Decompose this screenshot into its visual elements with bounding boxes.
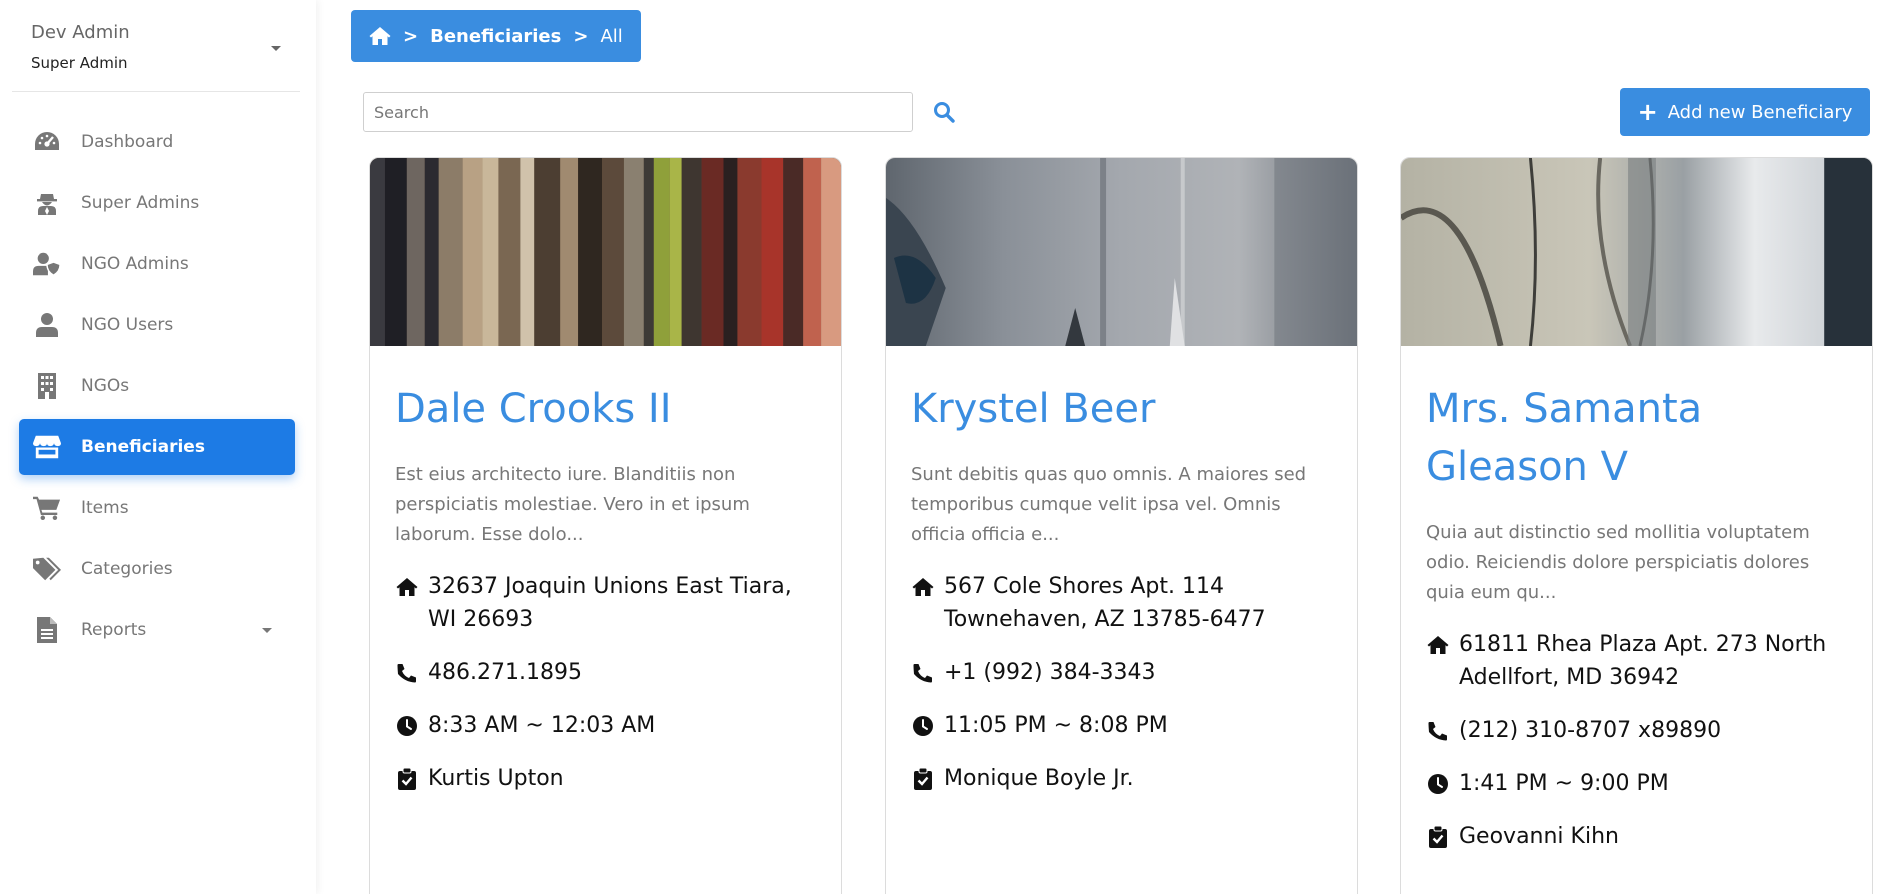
home-icon[interactable]	[369, 26, 391, 46]
home-icon	[1426, 628, 1450, 661]
caret-down-icon	[271, 46, 281, 51]
sidebar-item-label: NGO Users	[81, 315, 174, 335]
plus-icon: +	[1637, 98, 1658, 126]
contact-row: Geovanni Kihn	[1426, 820, 1847, 853]
user-secret-icon	[33, 189, 61, 217]
contact-row: Kurtis Upton	[395, 762, 816, 795]
breadcrumb-separator: >	[403, 25, 419, 47]
search-button[interactable]	[930, 98, 958, 126]
sidebar-item-label: NGOs	[81, 376, 130, 396]
beneficiary-name[interactable]: Dale Crooks II	[395, 380, 816, 438]
hours-row: 11:05 PM ~ 8:08 PM	[911, 709, 1332, 742]
beneficiary-contact: Geovanni Kihn	[1459, 824, 1619, 849]
breadcrumb-current: All	[600, 25, 623, 47]
address-row: 61811 Rhea Plaza Apt. 273 North Adellfor…	[1426, 628, 1847, 694]
beneficiary-contact: Monique Boyle Jr.	[944, 766, 1134, 791]
add-beneficiary-label: Add new Beneficiary	[1667, 101, 1853, 123]
sidebar-item-items[interactable]: Items	[19, 480, 295, 536]
address-row: 567 Cole Shores Apt. 114 Townehaven, AZ …	[911, 570, 1332, 636]
beneficiary-address: 32637 Joaquin Unions East Tiara, WI 2669…	[428, 574, 792, 632]
beneficiary-description: Est eius architecto iure. Blanditiis non…	[395, 464, 750, 545]
search-input[interactable]	[363, 92, 913, 132]
breadcrumb-separator: >	[573, 25, 589, 47]
clock-icon	[395, 709, 419, 742]
sidebar-item-categories[interactable]: Categories	[19, 541, 295, 597]
beneficiary-card[interactable]: Mrs. Samanta Gleason V Quia aut distinct…	[1400, 157, 1873, 894]
beneficiary-address: 61811 Rhea Plaza Apt. 273 North Adellfor…	[1459, 632, 1827, 690]
sidebar-item-label: NGO Admins	[81, 254, 189, 274]
breadcrumb-beneficiaries[interactable]: Beneficiaries	[430, 26, 561, 47]
beneficiary-name[interactable]: Mrs. Samanta Gleason V	[1426, 380, 1847, 496]
home-icon	[395, 570, 419, 603]
cart-icon	[33, 494, 61, 522]
sidebar-item-dashboard[interactable]: Dashboard	[19, 114, 295, 170]
beneficiary-address: 567 Cole Shores Apt. 114 Townehaven, AZ …	[944, 574, 1266, 632]
sidebar-item-reports[interactable]: Reports	[19, 602, 295, 658]
user-dropdown[interactable]: Dev Admin Super Admin	[12, 14, 300, 92]
file-icon	[33, 616, 61, 644]
beneficiary-description: Sunt debitis quas quo omnis. A maiores s…	[911, 464, 1307, 545]
phone-icon	[1426, 714, 1450, 747]
sidebar-item-label: Items	[81, 498, 129, 518]
phone-icon	[395, 656, 419, 689]
beneficiary-card[interactable]: Krystel Beer Sunt debitis quas quo omnis…	[885, 157, 1358, 894]
beneficiary-hours: 11:05 PM ~ 8:08 PM	[944, 713, 1168, 738]
phone-row: +1 (992) 384-3343	[911, 656, 1332, 689]
sidebar-item-super-admins[interactable]: Super Admins	[19, 175, 295, 231]
clipboard-check-icon	[395, 762, 419, 795]
caret-down-icon	[262, 628, 272, 633]
user-shield-icon	[33, 250, 61, 278]
breadcrumb: > Beneficiaries > All	[351, 10, 641, 62]
hours-row: 8:33 AM ~ 12:03 AM	[395, 709, 816, 742]
card-image	[370, 158, 841, 346]
beneficiary-hours: 1:41 PM ~ 9:00 PM	[1459, 771, 1669, 796]
sidebar-item-ngos[interactable]: NGOs	[19, 358, 295, 414]
clipboard-check-icon	[1426, 820, 1450, 853]
beneficiary-name[interactable]: Krystel Beer	[911, 380, 1332, 438]
add-beneficiary-button[interactable]: + Add new Beneficiary	[1620, 88, 1870, 136]
address-row: 32637 Joaquin Unions East Tiara, WI 2669…	[395, 570, 816, 636]
sidebar-item-label: Categories	[81, 559, 173, 579]
user-name: Dev Admin	[31, 22, 130, 43]
sidebar-item-ngo-admins[interactable]: NGO Admins	[19, 236, 295, 292]
user-role: Super Admin	[31, 54, 128, 72]
home-icon	[911, 570, 935, 603]
store-icon	[33, 433, 61, 461]
phone-icon	[911, 656, 935, 689]
sidebar-item-label: Dashboard	[81, 132, 174, 152]
sidebar-item-beneficiaries[interactable]: Beneficiaries	[19, 419, 295, 475]
beneficiary-phone: 486.271.1895	[428, 660, 582, 685]
beneficiary-description: Quia aut distinctio sed mollitia volupta…	[1426, 522, 1810, 603]
clipboard-check-icon	[911, 762, 935, 795]
beneficiary-card[interactable]: Dale Crooks II Est eius architecto iure.…	[369, 157, 842, 894]
dashboard-icon	[33, 128, 61, 156]
clock-icon	[1426, 767, 1450, 800]
sidebar-nav: Dashboard Super Admins NGO Admins NGO Us…	[19, 114, 295, 663]
beneficiary-phone: (212) 310-8707 x89890	[1459, 718, 1722, 743]
phone-row: 486.271.1895	[395, 656, 816, 689]
card-image	[1401, 158, 1872, 347]
beneficiary-phone: +1 (992) 384-3343	[944, 660, 1156, 685]
sidebar-item-label: Reports	[81, 620, 147, 640]
phone-row: (212) 310-8707 x89890	[1426, 714, 1847, 747]
search-icon	[934, 102, 955, 123]
sidebar-item-label: Beneficiaries	[81, 437, 205, 457]
contact-row: Monique Boyle Jr.	[911, 762, 1332, 795]
sidebar-item-ngo-users[interactable]: NGO Users	[19, 297, 295, 353]
sidebar-item-label: Super Admins	[81, 193, 200, 213]
hours-row: 1:41 PM ~ 9:00 PM	[1426, 767, 1847, 800]
tags-icon	[33, 555, 61, 583]
beneficiary-contact: Kurtis Upton	[428, 766, 564, 791]
clock-icon	[911, 709, 935, 742]
user-icon	[33, 311, 61, 339]
sidebar: Dev Admin Super Admin Dashboard Super Ad…	[0, 0, 316, 894]
building-icon	[33, 372, 61, 400]
beneficiary-hours: 8:33 AM ~ 12:03 AM	[428, 713, 656, 738]
card-image	[886, 158, 1357, 346]
